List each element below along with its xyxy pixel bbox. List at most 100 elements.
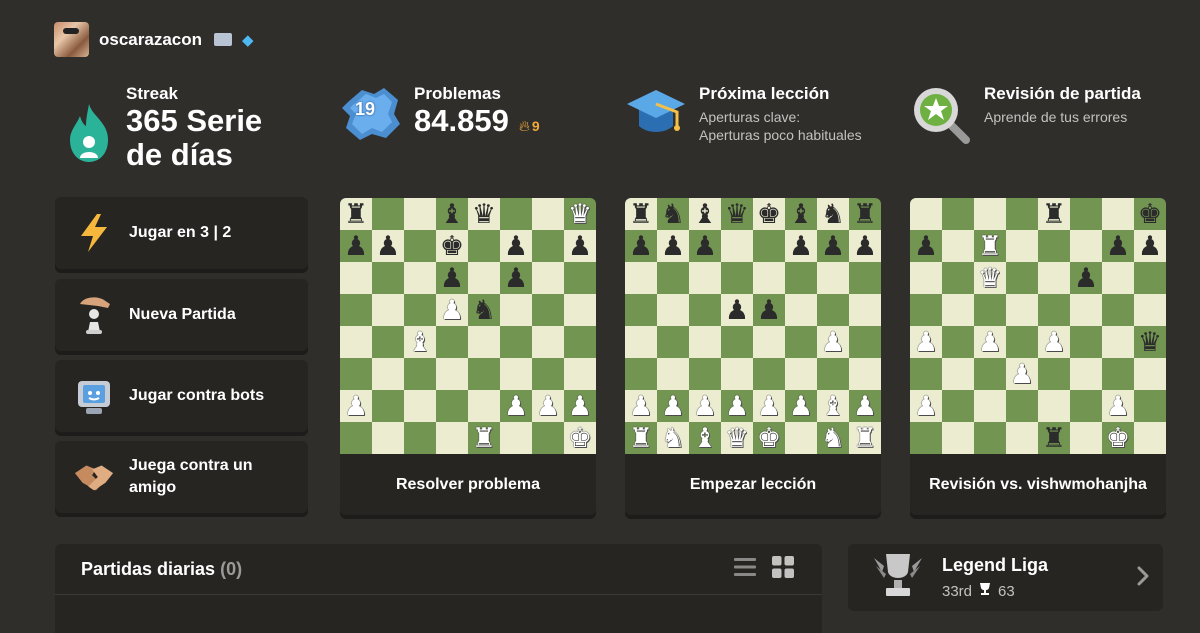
board-square: ♟ (849, 390, 881, 422)
black-pawn-icon: ♟ (724, 294, 750, 326)
review-stat[interactable]: Revisión de partida Aprende de tus error… (910, 84, 1141, 149)
white-bishop-icon: ♝ (820, 390, 846, 422)
play-3-2-button[interactable]: Jugar en 3 | 2 (55, 197, 308, 269)
board-square (785, 358, 817, 390)
black-king-icon: ♚ (756, 198, 782, 230)
board-square: ♟ (340, 390, 372, 422)
black-rook-icon: ♜ (852, 198, 878, 230)
puzzle-icon: 19 (340, 84, 402, 147)
hand-pawn-icon (73, 294, 115, 336)
board-square (910, 358, 942, 390)
play-friend-label: Juega contra un amigo (129, 457, 253, 496)
board-square (436, 390, 468, 422)
lesson-card[interactable]: ♜ ♞ ♝ ♛ ♚ ♝ ♞ ♜ ♟ ♟ ♟ ♟ ♟ ♟ ♟ ♟ ♟ ♟ ♟ ♟ ♟ ♟ ♟ ♝ ♟ ♜ ♞ ♝ ♛ ♚ ♞ ♜ Empezar… (625, 198, 881, 515)
board-square: ♜ (625, 198, 657, 230)
white-knight-icon: ♞ (660, 422, 686, 454)
white-pawn-icon: ♟ (439, 294, 465, 326)
trophy-icon (872, 550, 924, 605)
avatar[interactable] (54, 22, 89, 57)
grid-view-icon[interactable] (772, 555, 794, 583)
graduation-cap-icon (625, 84, 687, 145)
board-square: ♟ (500, 230, 532, 262)
white-pawn-icon: ♟ (913, 326, 939, 358)
board-square: ♟ (910, 230, 942, 262)
black-rook-icon: ♜ (343, 198, 369, 230)
board-square (404, 294, 436, 326)
board-square: ♚ (564, 422, 596, 454)
new-game-button[interactable]: Nueva Partida (55, 279, 308, 351)
white-rook-icon: ♜ (977, 230, 1003, 262)
small-flame-icon: 🔥︎ (518, 118, 530, 135)
review-card[interactable]: ♜ ♚ ♟ ♜ ♟ ♟ ♛ ♟ ♟ ♟ ♟ ♛ ♟ ♟ ♟ ♜ ♚ Revisión vs. vishwmoha… (910, 198, 1166, 515)
black-pawn-icon: ♟ (439, 262, 465, 294)
board-square: ♟ (436, 262, 468, 294)
board-square (721, 230, 753, 262)
board-square (1102, 198, 1134, 230)
board-square: ♟ (689, 390, 721, 422)
white-pawn-icon: ♟ (503, 390, 529, 422)
white-queen-icon: ♛ (567, 198, 593, 230)
board-square (942, 198, 974, 230)
puzzles-value: 84.859 (414, 103, 509, 138)
black-rook-icon: ♜ (1041, 198, 1067, 230)
black-pawn-icon: ♟ (628, 230, 654, 262)
board-square (625, 358, 657, 390)
board-square (1038, 294, 1070, 326)
board-square (532, 294, 564, 326)
white-pawn-icon: ♟ (535, 390, 561, 422)
puzzle-card[interactable]: ♜ ♝ ♛ ♛ ♟ ♟ ♚ ♟ ♟ ♟ ♟ ♟ ♞ ♝ ♟ ♟ ♟ ♟ ♜ ♚ Resolver problema (340, 198, 596, 515)
board-square (436, 358, 468, 390)
puzzle-badge-number: 19 (355, 99, 376, 119)
league-panel[interactable]: Legend Liga 33rd 63 (848, 544, 1163, 611)
board-square: ♟ (500, 262, 532, 294)
white-pawn-icon: ♟ (628, 390, 654, 422)
board-square (657, 326, 689, 358)
flag-icon (214, 33, 232, 46)
list-view-icon[interactable] (734, 557, 756, 582)
board-square (721, 358, 753, 390)
board-square (532, 230, 564, 262)
board-square (500, 326, 532, 358)
board-square (404, 358, 436, 390)
play-friend-button[interactable]: Juega contra un amigo (55, 441, 308, 513)
board-square: ♟ (1038, 326, 1070, 358)
lightning-icon (73, 212, 115, 254)
streak-stat[interactable]: Streak 365 Serie de días (64, 84, 262, 172)
board-square: ♚ (436, 230, 468, 262)
puzzles-stat[interactable]: 19 Problemas 84.859 🔥︎ 9 (340, 84, 540, 147)
board-square (372, 358, 404, 390)
board-square: ♟ (910, 390, 942, 422)
board-square (849, 294, 881, 326)
board-square (942, 358, 974, 390)
review-title: Revisión de partida (984, 84, 1141, 103)
board-square (1134, 390, 1166, 422)
username[interactable]: oscarazacon (99, 30, 202, 50)
white-rook-icon: ♜ (852, 422, 878, 454)
white-pawn-icon: ♟ (852, 390, 878, 422)
board-square (532, 326, 564, 358)
black-pawn-icon: ♟ (756, 294, 782, 326)
board-square (500, 198, 532, 230)
board-square (1006, 230, 1038, 262)
board-square (753, 326, 785, 358)
white-king-icon: ♚ (1105, 422, 1131, 454)
board-square (372, 262, 404, 294)
white-pawn-icon: ♟ (756, 390, 782, 422)
board-square (1006, 198, 1038, 230)
white-rook-icon: ♜ (628, 422, 654, 454)
board-square: ♟ (1134, 230, 1166, 262)
board-square (785, 422, 817, 454)
board-square (404, 262, 436, 294)
lesson-stat[interactable]: Próxima lección Aperturas clave: Apertur… (625, 84, 862, 145)
board-square: ♝ (689, 198, 721, 230)
board-square: ♜ (849, 198, 881, 230)
board-square: ♜ (468, 422, 500, 454)
board-square (532, 198, 564, 230)
board-square (372, 294, 404, 326)
board-square: ♚ (753, 198, 785, 230)
board-square (340, 358, 372, 390)
board-square (849, 326, 881, 358)
board-square: ♝ (436, 198, 468, 230)
board-square (1038, 390, 1070, 422)
play-bots-button[interactable]: Jugar contra bots (55, 360, 308, 432)
